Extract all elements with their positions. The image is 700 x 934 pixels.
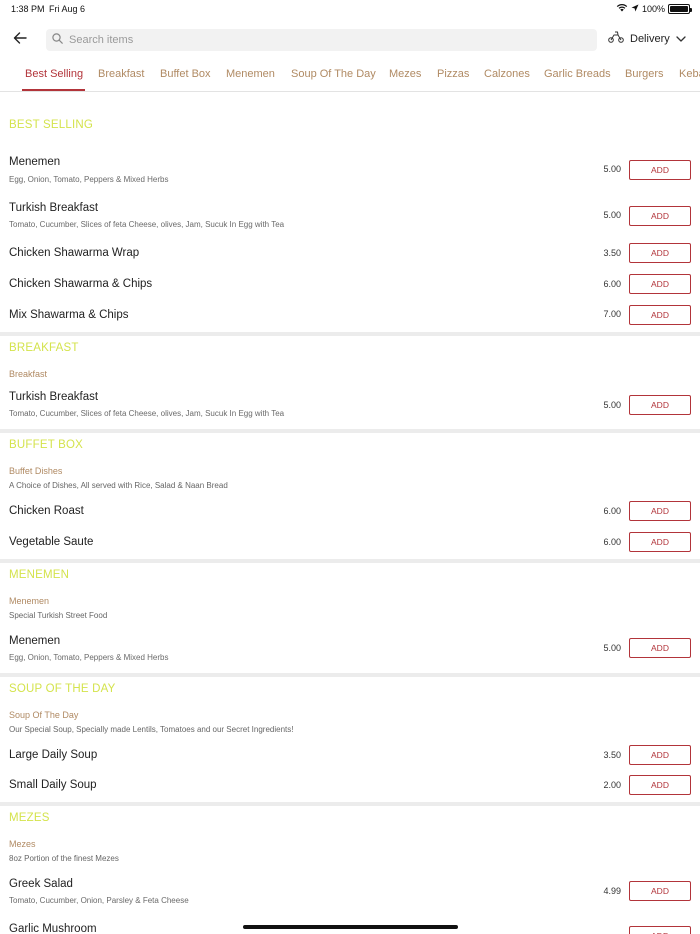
section-title: BEST SELLING: [9, 119, 94, 131]
item-price: 5.00: [603, 643, 621, 653]
section-description: Special Turkish Street Food: [9, 611, 108, 620]
section-divider: [0, 802, 700, 806]
battery-percent: 100%: [641, 3, 665, 14]
section-divider: [0, 429, 700, 433]
add-button[interactable]: ADD: [629, 160, 691, 180]
item-price: 2.00: [603, 780, 621, 790]
item-name: Chicken Shawarma Wrap: [9, 247, 140, 259]
wifi-icon: [616, 3, 628, 14]
item-price: 3.50: [603, 750, 621, 760]
add-button[interactable]: ADD: [629, 305, 691, 325]
tab-pizzas[interactable]: Pizzas: [437, 68, 469, 80]
tab-mezes[interactable]: Mezes: [389, 68, 421, 80]
tab-kebabs[interactable]: Kebabs: [679, 68, 700, 80]
item-desc: Tomato, Cucumber, Onion, Parsley & Feta …: [9, 896, 189, 905]
section-subtitle: Menemen: [9, 596, 50, 606]
active-tab-indicator: [22, 89, 85, 91]
delivery-selector[interactable]: Delivery: [608, 31, 686, 46]
item-price: 5.00: [603, 164, 621, 174]
status-date: Fri Aug 6: [49, 4, 86, 14]
item-name: Small Daily Soup: [9, 779, 97, 791]
status-bar: 1:38 PM Fri Aug 6 100%: [0, 0, 700, 18]
item-name: Chicken Shawarma & Chips: [9, 278, 153, 290]
add-button[interactable]: ADD: [629, 926, 691, 934]
add-button[interactable]: ADD: [629, 274, 691, 294]
delivery-label: Delivery: [630, 32, 670, 45]
item-name: Mix Shawarma & Chips: [9, 309, 129, 321]
section-subtitle: Breakfast: [9, 369, 48, 379]
add-button[interactable]: ADD: [629, 775, 691, 795]
section-description: 8oz Portion of the finest Mezes: [9, 854, 119, 863]
tab-buffet-box[interactable]: Buffet Box: [160, 68, 211, 80]
section-description: Our Special Soup, Specially made Lentils…: [9, 725, 294, 734]
tab-breakfast[interactable]: Breakfast: [98, 68, 144, 80]
top-bar: Delivery: [0, 28, 700, 52]
status-time: 1:38 PM: [11, 4, 45, 14]
tab-soup-of-the-day[interactable]: Soup Of The Day: [291, 68, 376, 80]
item-price: 4.99: [603, 886, 621, 896]
item-price: 6.00: [603, 506, 621, 516]
scooter-icon: [608, 31, 624, 46]
status-right: 100%: [616, 3, 692, 14]
tab-best-selling[interactable]: Best Selling: [25, 68, 83, 80]
item-price: 6.00: [603, 537, 621, 547]
add-button[interactable]: ADD: [629, 501, 691, 521]
item-price: 5.00: [603, 210, 621, 220]
item-name: Large Daily Soup: [9, 749, 98, 761]
item-name: Menemen: [9, 635, 61, 647]
item-desc: Tomato, Cucumber, Slices of feta Cheese,…: [9, 220, 285, 229]
add-button[interactable]: ADD: [629, 881, 691, 901]
item-name: Turkish Breakfast: [9, 202, 99, 214]
add-button[interactable]: ADD: [629, 745, 691, 765]
section-divider: [0, 332, 700, 336]
chevron-down-icon: [676, 33, 686, 45]
item-name: Menemen: [9, 156, 61, 168]
location-arrow-icon: [631, 4, 639, 14]
section-title: SOUP OF THE DAY: [9, 683, 116, 695]
item-desc: Egg, Onion, Tomato, Peppers & Mixed Herb…: [9, 175, 169, 184]
section-title: BREAKFAST: [9, 342, 79, 354]
battery-icon: [668, 3, 692, 14]
item-name: Turkish Breakfast: [9, 391, 99, 403]
item-desc: Egg, Onion, Tomato, Peppers & Mixed Herb…: [9, 653, 169, 662]
home-indicator: [243, 925, 458, 929]
back-arrow-icon: [13, 31, 27, 49]
section-subtitle: Mezes: [9, 839, 36, 849]
search-icon: [52, 31, 63, 49]
category-tabs: Best Selling Breakfast Buffet Box Meneme…: [0, 62, 700, 92]
tab-calzones[interactable]: Calzones: [484, 68, 530, 80]
tab-garlic-breads[interactable]: Garlic Breads: [544, 68, 611, 80]
add-button[interactable]: ADD: [629, 206, 691, 226]
section-divider: [0, 559, 700, 563]
item-price: 6.00: [603, 279, 621, 289]
section-description: A Choice of Dishes, All served with Rice…: [9, 481, 228, 490]
add-button[interactable]: ADD: [629, 532, 691, 552]
section-divider: [0, 673, 700, 677]
item-name: Greek Salad: [9, 878, 73, 890]
item-name: Chicken Roast: [9, 505, 84, 517]
add-button[interactable]: ADD: [629, 243, 691, 263]
item-desc: Tomato, Cucumber, Slices of feta Cheese,…: [9, 409, 285, 418]
search-input[interactable]: [69, 34, 569, 46]
tab-burgers[interactable]: Burgers: [625, 68, 664, 80]
section-title: BUFFET BOX: [9, 439, 83, 451]
tab-menemen[interactable]: Menemen: [226, 68, 275, 80]
back-button[interactable]: [10, 30, 30, 50]
section-subtitle: Buffet Dishes: [9, 466, 63, 476]
search-box[interactable]: [46, 29, 597, 51]
item-name: Garlic Mushroom: [9, 923, 97, 934]
item-name: Vegetable Saute: [9, 536, 94, 548]
add-button[interactable]: ADD: [629, 638, 691, 658]
section-title: MEZES: [9, 812, 50, 824]
item-price: 7.00: [603, 309, 621, 319]
item-price: 5.00: [603, 400, 621, 410]
item-price: 3.50: [603, 248, 621, 258]
add-button[interactable]: ADD: [629, 395, 691, 415]
section-title: MENEMEN: [9, 569, 70, 581]
section-subtitle: Soup Of The Day: [9, 710, 79, 720]
